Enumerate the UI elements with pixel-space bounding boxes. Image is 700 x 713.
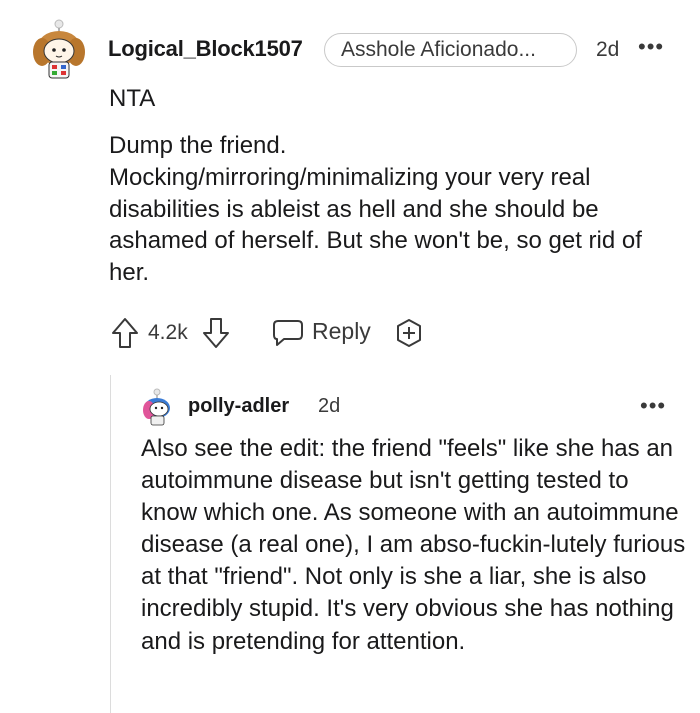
comment-body: Dump the friend. Mocking/mirroring/minim… [109, 130, 679, 289]
user-avatar-icon [33, 19, 85, 79]
reply-body: Also see the edit: the friend "feels" li… [141, 435, 686, 655]
comment-paragraph: Dump the friend. [109, 132, 287, 159]
reply-avatar[interactable] [140, 388, 174, 426]
downvote-button[interactable] [201, 316, 231, 350]
reply-timestamp[interactable]: 2d [318, 395, 340, 418]
upvote-arrow-icon [112, 318, 138, 348]
thread-line[interactable] [110, 375, 111, 713]
more-options-icon[interactable]: ••• [638, 34, 664, 60]
timestamp[interactable]: 2d [596, 38, 619, 62]
avatar[interactable] [30, 18, 88, 82]
reply-username[interactable]: polly-adler [188, 395, 289, 418]
comment-verdict: NTA [109, 85, 156, 112]
username[interactable]: Logical_Block1507 [108, 36, 303, 62]
award-plus-icon [397, 319, 421, 347]
user-avatar-icon [143, 388, 170, 426]
comment-paragraph: Mocking/mirroring/minimalizing your very… [109, 163, 642, 287]
reply-label: Reply [312, 318, 371, 344]
downvote-arrow-icon [203, 318, 229, 348]
vote-score: 4.2k [148, 321, 188, 344]
upvote-button[interactable] [110, 316, 140, 350]
user-flair: Asshole Aficionado... [324, 33, 577, 67]
award-button[interactable] [394, 318, 424, 348]
speech-bubble-icon [273, 320, 303, 346]
more-options-icon[interactable]: ••• [640, 393, 666, 419]
